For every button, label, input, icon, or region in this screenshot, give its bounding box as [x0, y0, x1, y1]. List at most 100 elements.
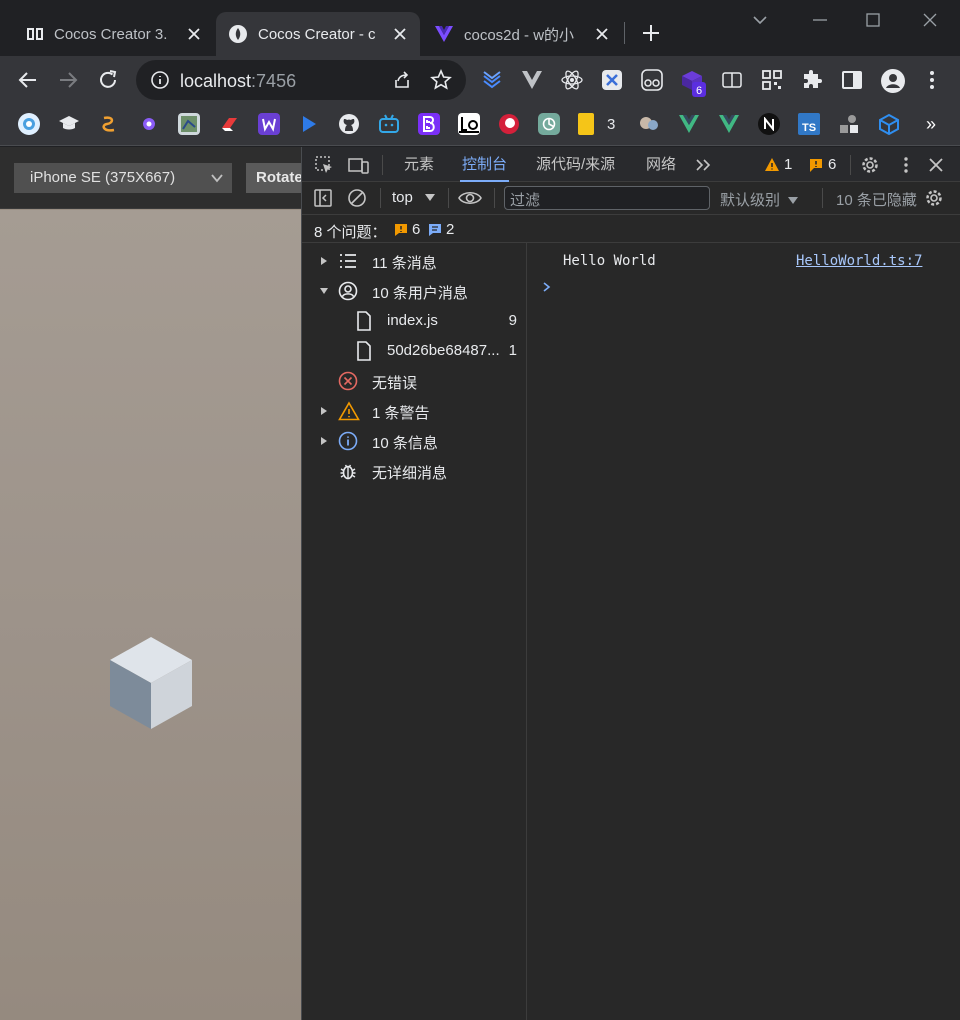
sidebar-item-all-messages[interactable]: 11 条消息 [302, 246, 527, 276]
tab-title: Cocos Creator - c [258, 25, 376, 43]
tab-elements[interactable]: 元素 [402, 147, 436, 182]
live-expression-eye-icon[interactable] [458, 188, 484, 208]
minimize-icon[interactable] [810, 10, 830, 30]
expand-arrow-icon[interactable] [320, 257, 328, 265]
game-canvas[interactable] [0, 210, 301, 1020]
bookmark-bootstrap-icon[interactable] [418, 113, 440, 135]
bookmark-vue2-icon[interactable] [718, 113, 740, 135]
bookmark-play-icon[interactable] [298, 113, 320, 135]
tab-title: cocos2d - w的小 [464, 26, 575, 44]
x-extension-icon[interactable] [600, 68, 624, 92]
close-devtools-icon[interactable] [926, 155, 946, 175]
forward-icon[interactable] [56, 68, 80, 92]
reload-icon[interactable] [96, 68, 120, 92]
issues-bar[interactable]: 8 个问题： 6 2 [302, 215, 960, 243]
bookmark-characters-icon[interactable] [638, 113, 660, 135]
issues-count-badge[interactable]: 6 [808, 156, 836, 173]
tab-search-icon[interactable] [750, 10, 770, 30]
sidebar-item-info[interactable]: 10 条信息 [302, 426, 527, 456]
bookmark-red-circle-icon[interactable] [498, 113, 520, 135]
bookmark-graduation-cap-icon[interactable] [58, 113, 80, 135]
sidebar-item-warnings[interactable]: 1 条警告 [302, 396, 527, 426]
address-bar[interactable]: localhost:7456 [136, 60, 466, 100]
toggle-sidebar-icon[interactable] [313, 188, 333, 208]
vue-icon [434, 25, 454, 43]
console-settings-gear-icon[interactable] [924, 188, 944, 208]
bookmark-map-icon[interactable] [178, 113, 200, 135]
user-circle-icon [338, 281, 358, 301]
sidebar-item-hash-file[interactable]: 50d26be68487... 1 [302, 336, 527, 366]
cube-extension-icon[interactable]: 6 [680, 68, 706, 97]
context-select[interactable]: top [392, 189, 436, 206]
tab-network[interactable]: 网络 [644, 147, 678, 182]
toolbar-divider [850, 155, 851, 175]
side-panel-icon[interactable] [840, 68, 864, 92]
menu-kebab-icon[interactable] [920, 68, 944, 92]
bookmark-swirl-icon[interactable] [98, 113, 120, 135]
clear-console-icon[interactable] [347, 188, 367, 208]
bookmark-folder-note-icon[interactable] [578, 113, 594, 135]
new-tab-icon[interactable] [640, 22, 662, 44]
sidebar-item-user-messages[interactable]: 10 条用户消息 [302, 276, 527, 306]
share-icon[interactable] [392, 70, 412, 90]
tab-cocos-creator[interactable]: Cocos Creator - c [216, 12, 420, 56]
issues-info-count: 2 [428, 221, 454, 238]
customize-kebab-icon[interactable] [896, 155, 916, 175]
device-toggle-icon[interactable] [348, 155, 369, 175]
collapse-arrow-icon[interactable] [320, 287, 328, 295]
bookmark-vue-icon[interactable] [678, 113, 700, 135]
site-info-icon[interactable] [150, 70, 170, 90]
warning-count-badge[interactable]: 1 [764, 156, 792, 173]
console-filter-input[interactable]: 过滤 [504, 186, 710, 210]
console-output[interactable]: Hello World HelloWorld.ts:7 [528, 243, 960, 1020]
maximize-icon[interactable] [863, 10, 883, 30]
bookmark-github-icon[interactable] [338, 113, 360, 135]
rotate-button[interactable]: Rotate [246, 163, 306, 193]
bookmark-typescript-icon[interactable]: TS [798, 113, 820, 135]
close-window-icon[interactable] [920, 10, 940, 30]
profile-avatar-icon[interactable] [880, 68, 905, 93]
bookmark-red-arrow-icon[interactable] [218, 113, 240, 135]
bookmark-lo-icon[interactable] [458, 113, 480, 135]
close-tab-icon[interactable] [186, 26, 202, 42]
expand-arrow-icon[interactable] [320, 407, 328, 415]
bookmark-wa-icon[interactable] [258, 113, 280, 135]
device-select[interactable]: iPhone SE (375X667) [14, 163, 232, 193]
tab-cocos-doc[interactable]: Cocos Creator 3. [14, 12, 214, 56]
console-prompt-chevron-icon[interactable] [542, 281, 552, 293]
settings-gear-icon[interactable] [860, 155, 880, 175]
chevron-down-icon [210, 171, 224, 185]
reader-extension-icon[interactable] [720, 68, 744, 92]
layers-extension-icon[interactable] [480, 68, 504, 92]
log-levels-select[interactable]: 默认级别 [720, 189, 799, 210]
file-icon [354, 311, 374, 331]
message-source-link[interactable]: HelloWorld.ts:7 [796, 253, 922, 269]
qr-code-icon[interactable] [760, 68, 784, 92]
close-tab-icon[interactable] [594, 26, 610, 42]
bookmark-blocks-icon[interactable] [838, 113, 860, 135]
more-tabs-icon[interactable] [694, 155, 714, 175]
bookmarks-overflow-icon[interactable]: » [920, 113, 942, 135]
sidebar-item-verbose[interactable]: 无详细消息 [302, 456, 527, 486]
bookmark-chatgpt-icon[interactable] [538, 113, 560, 135]
react-devtools-icon[interactable] [560, 68, 584, 92]
back-icon[interactable] [16, 68, 40, 92]
bookmark-anime-icon[interactable] [18, 113, 40, 135]
tab-sources[interactable]: 源代码/来源 [534, 147, 617, 182]
vue-devtools-icon[interactable] [520, 68, 544, 92]
bookmark-star-icon[interactable] [430, 69, 452, 91]
bookmark-nextjs-icon[interactable] [758, 113, 780, 135]
inspect-element-icon[interactable] [314, 155, 334, 175]
bookmark-quark-icon[interactable] [138, 113, 160, 135]
extensions-puzzle-icon[interactable] [800, 68, 824, 92]
bookmark-cube-icon[interactable] [878, 113, 900, 135]
incognito-icon[interactable] [640, 68, 664, 92]
tab-console[interactable]: 控制台 [460, 147, 510, 182]
sidebar-item-errors[interactable]: 无错误 [302, 366, 527, 396]
bookmark-bilibili-icon[interactable] [378, 113, 400, 135]
tab-cocos2d[interactable]: cocos2d - w的小 [422, 12, 622, 56]
close-tab-icon[interactable] [392, 26, 408, 42]
sidebar-item-index-js[interactable]: index.js 9 [302, 306, 527, 336]
expand-arrow-icon[interactable] [320, 437, 328, 445]
caret-down-icon [425, 194, 436, 202]
